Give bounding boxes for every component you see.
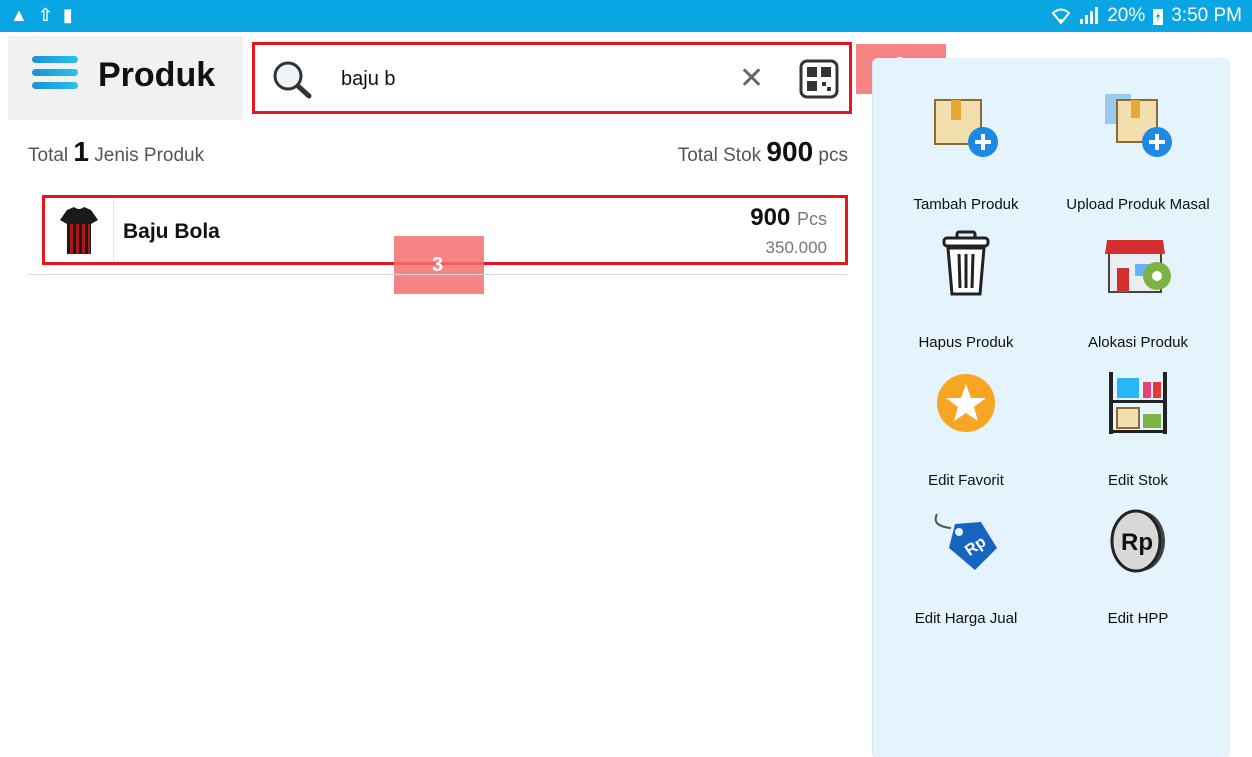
system-icons: 20% 3:50 PM [1051, 5, 1242, 27]
notification-icons: ▲ ⇧ ▮ [10, 4, 73, 26]
price-tag-icon: Rp [934, 513, 997, 570]
stock-count: 900 [766, 136, 814, 167]
bulk-upload-icon [1105, 94, 1172, 157]
status-bar: ▲ ⇧ ▮ 20% 3:50 PM [0, 0, 1252, 32]
edit-sell-price-button[interactable]: Rp Edit Harga Jual [881, 506, 1051, 636]
warning-icon: ▲ [10, 5, 28, 25]
add-product-label: Tambah Produk [913, 196, 1019, 213]
product-name: Baju Bola [123, 220, 220, 243]
allocate-product-button[interactable]: Alokasi Produk [1053, 230, 1223, 360]
page-title: Produk [98, 56, 216, 94]
delete-product-button[interactable]: Hapus Produk [881, 230, 1051, 360]
edit-favorite-label: Edit Favorit [928, 472, 1004, 489]
clear-search-icon[interactable]: ✕ [739, 63, 764, 95]
keyhole-icon: ▮ [62, 5, 73, 25]
stock-unit: pcs [818, 145, 848, 166]
total-products: Total 1 Jenis Produk [28, 136, 204, 168]
edit-favorite-button[interactable]: Edit Favorit [881, 368, 1051, 498]
product-price: 350.000 [765, 238, 827, 257]
edit-stock-label: Edit Stok [1107, 472, 1169, 489]
svg-text:Rp: Rp [1121, 529, 1153, 556]
bulk-upload-button[interactable]: Upload Produk Masal [1053, 92, 1223, 222]
product-stock: 900 Pcs [750, 204, 827, 232]
product-summary: Total 1 Jenis Produk Total Stok 900 pcs [28, 130, 848, 170]
trash-icon [942, 230, 990, 296]
clock: 3:50 PM [1171, 5, 1242, 26]
search-icon[interactable] [271, 59, 315, 99]
shelf-icon [1109, 372, 1167, 434]
stock-prefix: Total Stok [677, 145, 762, 166]
total-count: 1 [73, 136, 89, 167]
edit-stock-button[interactable]: Edit Stok [1053, 368, 1223, 498]
add-product-icon [934, 99, 998, 157]
list-divider [28, 274, 848, 275]
bulk-upload-label: Upload Produk Masal [1066, 196, 1210, 213]
delete-product-label: Hapus Produk [918, 334, 1014, 351]
allocate-product-label: Alokasi Produk [1087, 334, 1189, 351]
edit-hpp-label: Edit HPP [1107, 610, 1169, 627]
store-allocation-icon [1105, 240, 1171, 293]
upload-icon: ⇧ [37, 5, 53, 25]
action-panel: Tambah Produk Upload Produk Masal Hapus … [872, 58, 1230, 757]
product-stock-unit: Pcs [796, 209, 827, 229]
star-icon [937, 374, 995, 432]
qr-scan-icon[interactable] [797, 57, 841, 101]
wifi-icon [1051, 8, 1071, 25]
total-suffix: Jenis Produk [94, 145, 205, 166]
signal-icon [1080, 7, 1099, 24]
jersey-thumbnail [60, 207, 98, 254]
add-product-button[interactable]: Tambah Produk [881, 92, 1051, 222]
annotation-badge-3: 3 [394, 236, 484, 294]
edit-hpp-button[interactable]: Rp Edit HPP [1053, 506, 1223, 636]
product-stock-count: 900 [750, 204, 791, 231]
total-stock: Total Stok 900 pcs [678, 136, 848, 168]
battery-charging-icon [1153, 9, 1164, 25]
search-bar: ✕ [252, 42, 852, 114]
edit-sell-price-label: Edit Harga Jual [914, 610, 1018, 627]
coin-icon: Rp [1110, 509, 1165, 573]
hamburger-menu-icon[interactable] [32, 56, 78, 96]
total-prefix: Total [28, 145, 69, 166]
search-input[interactable] [341, 63, 721, 95]
app-header: Produk [8, 36, 243, 120]
battery-percent: 20% [1107, 5, 1146, 26]
